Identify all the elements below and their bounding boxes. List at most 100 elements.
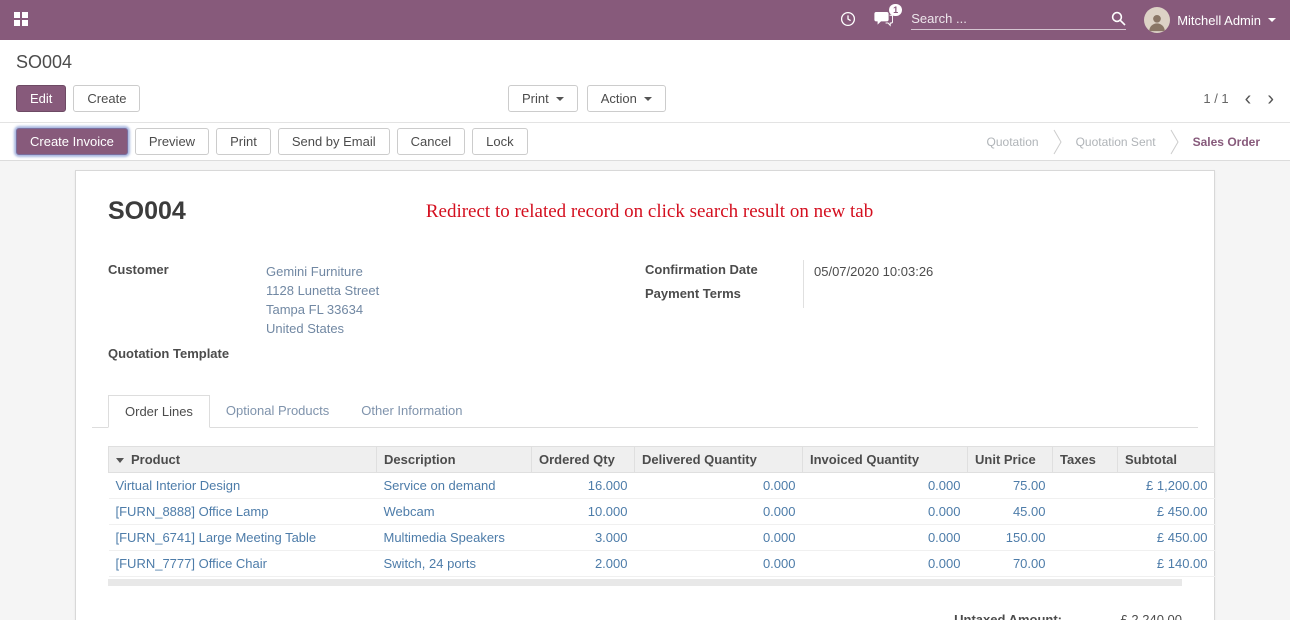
column-header-unit-price[interactable]: Unit Price: [968, 447, 1053, 473]
pager-previous-button[interactable]: ‹: [1245, 89, 1252, 109]
table-header-row: Product Description Ordered Qty Delivere…: [109, 447, 1215, 473]
order-line-taxes: [1053, 551, 1118, 577]
order-line-delivered-qty: 0.000: [635, 473, 803, 499]
status-pipeline: Quotation Quotation Sent Sales Order: [973, 129, 1274, 155]
messages-button[interactable]: 1: [874, 11, 893, 30]
column-header-label: Product: [131, 452, 180, 467]
apps-grid-icon: [14, 12, 28, 29]
clock-icon: [840, 11, 856, 30]
untaxed-amount-label: Untaxed Amount:: [954, 612, 1062, 620]
untaxed-amount-value: £ 2,240.00: [1062, 612, 1182, 620]
order-line-description: Service on demand: [377, 473, 532, 499]
order-line-invoiced-qty: 0.000: [803, 551, 968, 577]
table-scrollbar[interactable]: [108, 579, 1182, 586]
payment-terms-value: [803, 284, 1003, 308]
tab-order-lines[interactable]: Order Lines: [108, 395, 210, 428]
chevron-down-icon: [556, 97, 564, 101]
column-header-taxes[interactable]: Taxes: [1053, 447, 1118, 473]
customer-country: United States: [266, 319, 379, 338]
order-line-product: [FURN_6741] Large Meeting Table: [109, 525, 377, 551]
chevron-down-icon: [1268, 18, 1276, 22]
lock-button[interactable]: Lock: [472, 128, 527, 155]
totals-section: Untaxed Amount: £ 2,240.00: [92, 612, 1198, 620]
notebook-tabs: Order Lines Optional Products Other Info…: [92, 395, 1198, 428]
print-dropdown[interactable]: Print: [508, 85, 578, 112]
sort-caret-down-icon: [116, 458, 124, 463]
print-button[interactable]: Print: [216, 128, 271, 155]
order-line-taxes: [1053, 499, 1118, 525]
avatar: [1144, 7, 1170, 33]
order-line-ordered-qty: 10.000: [532, 499, 635, 525]
create-button[interactable]: Create: [73, 85, 140, 112]
stage-quotation[interactable]: Quotation: [973, 135, 1053, 149]
order-line-ordered-qty: 2.000: [532, 551, 635, 577]
top-navbar: 1 Mitchell Admin: [0, 0, 1290, 40]
order-line-unit-price: 150.00: [968, 525, 1053, 551]
quotation-template-label: Quotation Template: [108, 344, 266, 363]
confirmation-date-label: Confirmation Date: [645, 260, 803, 284]
preview-button[interactable]: Preview: [135, 128, 209, 155]
table-row[interactable]: [FURN_6741] Large Meeting Table Multimed…: [109, 525, 1215, 551]
activities-button[interactable]: [840, 11, 856, 30]
order-line-unit-price: 70.00: [968, 551, 1053, 577]
order-line-delivered-qty: 0.000: [635, 525, 803, 551]
order-line-invoiced-qty: 0.000: [803, 473, 968, 499]
send-by-email-button[interactable]: Send by Email: [278, 128, 390, 155]
edit-button[interactable]: Edit: [16, 85, 66, 112]
table-row[interactable]: [FURN_7777] Office Chair Switch, 24 port…: [109, 551, 1215, 577]
search-icon[interactable]: [1111, 11, 1126, 26]
order-line-ordered-qty: 16.000: [532, 473, 635, 499]
cancel-button[interactable]: Cancel: [397, 128, 465, 155]
stage-quotation-sent[interactable]: Quotation Sent: [1062, 135, 1170, 149]
user-menu[interactable]: Mitchell Admin: [1144, 7, 1276, 33]
customer-label: Customer: [108, 260, 266, 340]
order-line-description: Multimedia Speakers: [377, 525, 532, 551]
column-header-product[interactable]: Product: [109, 447, 377, 473]
order-line-subtotal: £ 140.00: [1118, 551, 1215, 577]
stage-sales-order[interactable]: Sales Order: [1179, 135, 1274, 149]
customer-name: Gemini Furniture: [266, 262, 379, 281]
stage-arrow-icon: [1170, 129, 1179, 155]
order-line-subtotal: £ 450.00: [1118, 525, 1215, 551]
action-dropdown-label: Action: [601, 91, 637, 106]
column-header-invoiced-quantity[interactable]: Invoiced Quantity: [803, 447, 968, 473]
confirmation-date-value: 05/07/2020 10:03:26: [803, 260, 1003, 284]
customer-city: Tampa FL 33634: [266, 300, 379, 319]
customer-value[interactable]: Gemini Furniture 1128 Lunetta Street Tam…: [266, 260, 379, 340]
tab-optional-products[interactable]: Optional Products: [210, 395, 345, 427]
order-line-unit-price: 75.00: [968, 473, 1053, 499]
apps-menu-button[interactable]: [14, 12, 28, 29]
order-line-invoiced-qty: 0.000: [803, 499, 968, 525]
messages-badge: 1: [889, 4, 902, 16]
customer-street: 1128 Lunetta Street: [266, 281, 379, 300]
annotation-text: Redirect to related record on click sear…: [426, 201, 873, 223]
column-header-subtotal[interactable]: Subtotal: [1118, 447, 1215, 473]
statusbar: Create Invoice Preview Print Send by Ema…: [0, 122, 1290, 161]
pager-next-button[interactable]: ›: [1267, 89, 1274, 109]
search-input[interactable]: [911, 11, 1111, 26]
create-invoice-button[interactable]: Create Invoice: [16, 128, 128, 155]
stage-arrow-icon: [1053, 129, 1062, 155]
user-name: Mitchell Admin: [1177, 13, 1261, 28]
payment-terms-label: Payment Terms: [645, 284, 803, 308]
order-line-product: [FURN_7777] Office Chair: [109, 551, 377, 577]
order-line-taxes: [1053, 473, 1118, 499]
pager-value[interactable]: 1 / 1: [1203, 91, 1228, 106]
order-line-subtotal: £ 450.00: [1118, 499, 1215, 525]
breadcrumb: SO004: [16, 52, 1274, 73]
order-line-subtotal: £ 1,200.00: [1118, 473, 1215, 499]
sales-order-sheet: SO004 Redirect to related record on clic…: [75, 170, 1215, 620]
column-header-description[interactable]: Description: [377, 447, 532, 473]
column-header-delivered-quantity[interactable]: Delivered Quantity: [635, 447, 803, 473]
print-dropdown-label: Print: [522, 91, 549, 106]
order-line-ordered-qty: 3.000: [532, 525, 635, 551]
table-row[interactable]: Virtual Interior Design Service on deman…: [109, 473, 1215, 499]
order-lines-table: Product Description Ordered Qty Delivere…: [108, 446, 1215, 577]
action-dropdown[interactable]: Action: [587, 85, 666, 112]
navbar-search: [911, 11, 1126, 30]
control-panel: SO004 Edit Create Print Action 1 / 1 ‹ ›: [0, 40, 1290, 122]
table-row[interactable]: [FURN_8888] Office Lamp Webcam 10.000 0.…: [109, 499, 1215, 525]
order-line-product: Virtual Interior Design: [109, 473, 377, 499]
tab-other-information[interactable]: Other Information: [345, 395, 478, 427]
column-header-ordered-qty[interactable]: Ordered Qty: [532, 447, 635, 473]
